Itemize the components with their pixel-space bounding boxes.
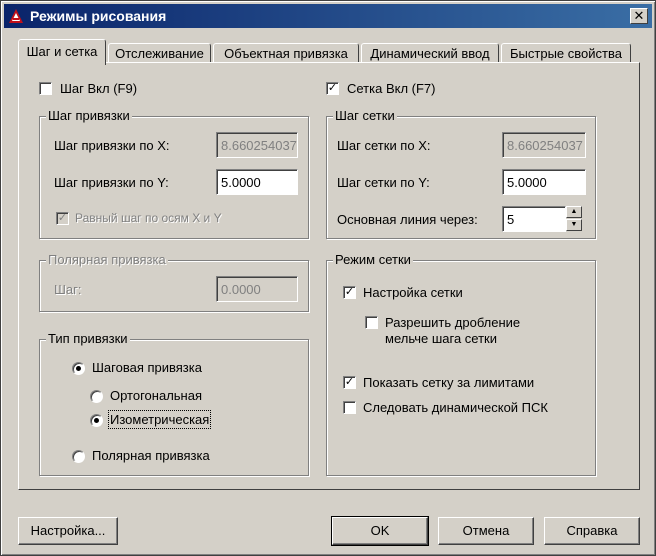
title-bar: Режимы рисования ✕ — [4, 4, 652, 28]
grid-spacing-group: Шаг сетки Шаг сетки по X: 8.660254037 Ша… — [326, 108, 596, 239]
snap-x-label: Шаг привязки по X: — [54, 138, 170, 153]
beyond-limits-checkbox[interactable]: ✓ — [343, 376, 356, 389]
subdivision-label-line1[interactable]: Разрешить дробление — [385, 315, 520, 330]
ok-button[interactable]: OK — [331, 516, 429, 546]
snap-type-title: Тип привязки — [46, 331, 130, 346]
polar-snap-radio[interactable] — [72, 450, 85, 463]
cancel-button[interactable]: Отмена — [438, 517, 534, 545]
window-title: Режимы рисования — [30, 8, 167, 24]
snap-on-checkbox[interactable] — [39, 82, 52, 95]
close-button[interactable]: ✕ — [630, 8, 648, 24]
grid-on-label[interactable]: Сетка Вкл (F7) — [347, 81, 436, 96]
isometric-snap-label[interactable]: Изометрическая — [107, 410, 212, 429]
grid-snap-label[interactable]: Шаговая привязка — [92, 360, 202, 375]
polar-spacing-title: Полярная привязка — [46, 252, 168, 267]
snap-type-group: Тип привязки Шаговая привязка Ортогональ… — [39, 331, 309, 476]
grid-on-checkbox[interactable]: ✓ — [326, 82, 339, 95]
polar-distance-label: Шаг: — [54, 282, 82, 297]
rectangular-snap-label[interactable]: Ортогональная — [110, 388, 202, 403]
help-button[interactable]: Справка — [544, 517, 640, 545]
adaptive-grid-checkbox[interactable]: ✓ — [343, 286, 356, 299]
follow-ucs-checkbox[interactable] — [343, 401, 356, 414]
equal-spacing-label[interactable]: Равный шаг по осям X и Y — [75, 211, 222, 225]
snap-y-label: Шаг привязки по Y: — [54, 175, 169, 190]
equal-spacing-checkbox[interactable]: ✓ — [56, 212, 69, 225]
grid-y-input[interactable]: 5.0000 — [502, 169, 586, 195]
polar-snap-label[interactable]: Полярная привязка — [92, 448, 210, 463]
tab-panel: Шаг Вкл (F9) ✓ Сетка Вкл (F7) Шаг привяз… — [18, 62, 640, 490]
snap-spacing-title: Шаг привязки — [46, 108, 132, 123]
grid-snap-radio[interactable] — [72, 362, 85, 375]
spin-down-arrow-icon[interactable]: ▼ — [566, 219, 582, 231]
spin-up-arrow-icon[interactable]: ▲ — [566, 206, 582, 218]
snap-on-label[interactable]: Шаг Вкл (F9) — [60, 81, 137, 96]
grid-x-input[interactable]: 8.660254037 — [502, 132, 586, 158]
polar-spacing-group: Полярная привязка Шаг: 0.0000 — [39, 252, 309, 312]
tab-snap-and-grid[interactable]: Шаг и сетка — [18, 39, 106, 65]
options-button[interactable]: Настройка... — [18, 517, 118, 545]
snap-x-input[interactable]: 8.660254037 — [216, 132, 298, 158]
grid-y-label: Шаг сетки по Y: — [337, 175, 430, 190]
polar-distance-input[interactable]: 0.0000 — [216, 276, 298, 302]
subdivision-checkbox[interactable] — [365, 316, 378, 329]
isometric-snap-radio[interactable] — [90, 414, 103, 427]
drafting-settings-dialog: Режимы рисования ✕ Шаг и сетка Отслежива… — [0, 0, 656, 556]
subdivision-label-line2[interactable]: мельче шага сетки — [385, 331, 497, 346]
snap-spacing-group: Шаг привязки Шаг привязки по X: 8.660254… — [39, 108, 309, 239]
autocad-logo-icon — [9, 9, 23, 23]
beyond-limits-label[interactable]: Показать сетку за лимитами — [363, 375, 534, 390]
grid-spacing-title: Шаг сетки — [333, 108, 397, 123]
rectangular-snap-radio[interactable] — [90, 390, 103, 403]
major-line-label: Основная линия через: — [337, 212, 478, 227]
major-line-input[interactable]: 5 — [502, 206, 566, 232]
snap-y-input[interactable]: 5.0000 — [216, 169, 298, 195]
grid-x-label: Шаг сетки по X: — [337, 138, 431, 153]
grid-behavior-group: Режим сетки ✓ Настройка сетки Разрешить … — [326, 252, 596, 476]
follow-ucs-label[interactable]: Следовать динамической ПСК — [363, 400, 548, 415]
adaptive-grid-label[interactable]: Настройка сетки — [363, 285, 463, 300]
grid-behavior-title: Режим сетки — [333, 252, 413, 267]
